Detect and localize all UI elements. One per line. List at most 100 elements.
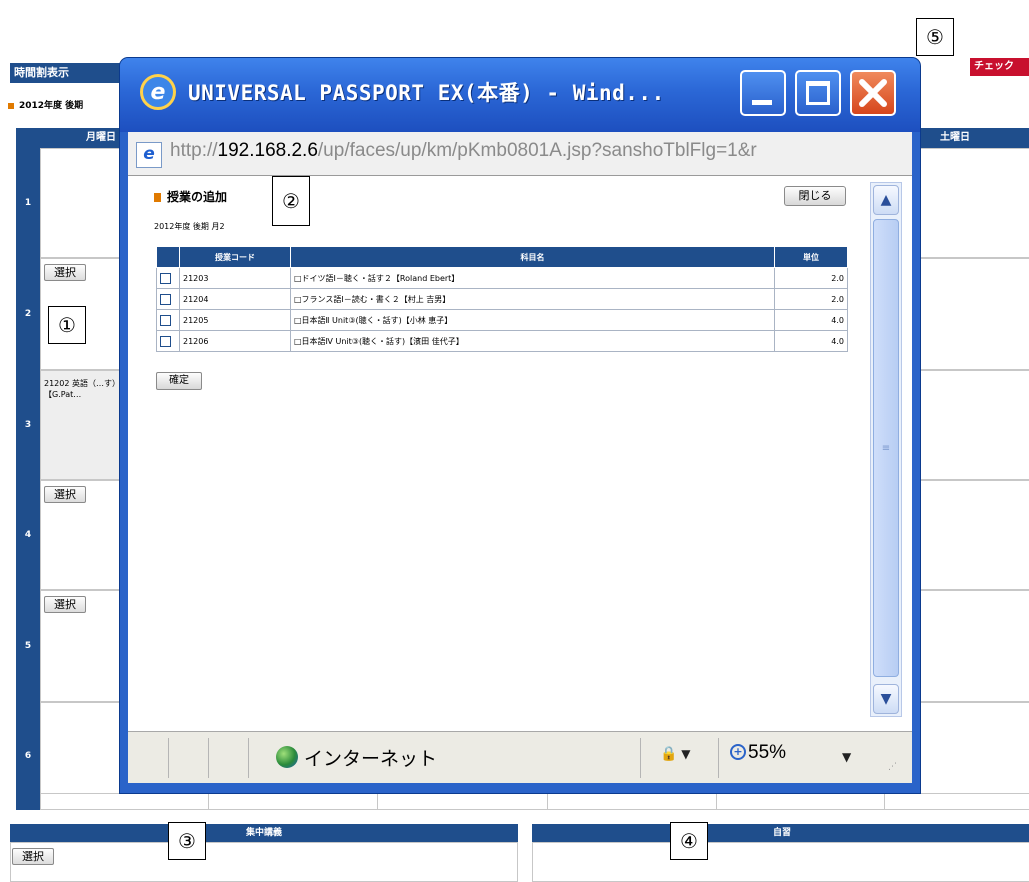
year-term-label: 2012年度 後期	[8, 98, 83, 111]
status-divider	[168, 738, 169, 778]
saturday-period-1-cell[interactable]	[918, 148, 1029, 258]
url-host: 192.168.2.6	[217, 140, 318, 161]
row-checkbox[interactable]	[160, 293, 171, 305]
url-path: /up/faces/up/km/pKmb0801A.jsp?sanshoTblF…	[317, 140, 757, 161]
course-code-header: 授業コード	[179, 246, 291, 268]
status-bar: インターネット 🔒 ▼ + 55% ▼ ⋰	[128, 731, 912, 783]
period-3-label: 3	[16, 370, 40, 480]
column-divider	[208, 793, 209, 810]
url-prefix: http://	[170, 140, 218, 161]
status-divider	[208, 738, 209, 778]
scroll-down-icon[interactable]: ▼	[873, 684, 899, 714]
table-row[interactable]: 21204 □フランス語Ⅰ－読む・書く２【村上 吉男】 2.0	[156, 288, 848, 310]
course-name-header: 科目名	[290, 246, 775, 268]
address-url[interactable]: http://192.168.2.6/up/faces/up/km/pKmb08…	[170, 140, 757, 162]
confirm-button[interactable]: 確定	[156, 372, 202, 390]
address-bar: e http://192.168.2.6/up/faces/up/km/pKmb…	[128, 132, 912, 176]
select-button-period-4[interactable]: 選択	[44, 486, 86, 503]
row-checkbox[interactable]	[160, 272, 171, 284]
maximize-button[interactable]	[795, 70, 841, 116]
period-2-label: 2	[16, 258, 40, 370]
close-icon	[859, 79, 887, 107]
scroll-thumb[interactable]: ≡	[873, 219, 899, 677]
resize-grip-icon[interactable]: ⋰	[888, 762, 897, 772]
column-header-saturday: 土曜日	[920, 128, 1029, 148]
period-5-label: 5	[16, 590, 40, 702]
bullet-icon	[8, 102, 14, 109]
vertical-scrollbar[interactable]: ▲ ≡ ▼	[870, 182, 902, 717]
ie-logo-icon: e	[140, 74, 176, 110]
timetable-bottom-row	[40, 793, 1029, 810]
minimize-button[interactable]	[740, 70, 786, 116]
period-4-label: 4	[16, 480, 40, 590]
scroll-up-icon[interactable]: ▲	[873, 185, 899, 215]
zoom-chevron-down-icon[interactable]: ▼	[842, 750, 851, 764]
column-divider	[547, 793, 548, 810]
maximize-icon	[806, 81, 830, 105]
callout-3: ③	[168, 822, 206, 860]
credit-header: 単位	[774, 246, 848, 268]
grip-icon: ≡	[881, 442, 891, 454]
monday-period-1-cell[interactable]	[40, 148, 124, 258]
check-button[interactable]: チェック	[970, 58, 1029, 76]
close-window-button[interactable]	[850, 70, 896, 116]
year-term-text: 2012年度 後期	[19, 101, 84, 111]
close-button[interactable]: 閉じる	[784, 186, 846, 206]
self-study-box	[532, 842, 1029, 882]
window-titlebar[interactable]: e UNIVERSAL PASSPORT EX(本番) - Wind...	[120, 58, 920, 132]
title-bullet-icon	[154, 193, 161, 202]
saturday-period-2-cell[interactable]	[918, 258, 1029, 370]
saturday-period-5-cell[interactable]	[918, 590, 1029, 702]
chevron-down-icon: ▼	[677, 747, 691, 761]
period-3-course[interactable]: 21202 英語（…す）【G.Pat…	[44, 378, 120, 400]
callout-2: ②	[272, 176, 310, 226]
page-icon: e	[136, 142, 162, 168]
protected-mode-icon[interactable]: 🔒 ▼	[660, 746, 690, 762]
intensive-course-header: 集中講義	[10, 824, 518, 842]
row-checkbox-cell	[156, 309, 180, 331]
course-code: 21203	[179, 267, 291, 289]
course-code: 21204	[179, 288, 291, 310]
course-name: □日本語Ⅱ Unit③(聴く・話す)【小林 恵子】	[290, 309, 775, 331]
zoom-icon[interactable]: +	[730, 744, 746, 760]
callout-4: ④	[670, 822, 708, 860]
select-button-intensive[interactable]: 選択	[12, 848, 54, 865]
add-course-title: 授業の追加	[154, 188, 227, 205]
column-divider	[716, 793, 717, 810]
course-credit: 2.0	[774, 288, 848, 310]
course-credit: 4.0	[774, 309, 848, 331]
intensive-course-box	[10, 842, 518, 882]
callout-1: ①	[48, 306, 86, 344]
table-row[interactable]: 21206 □日本語Ⅳ Unit③(聴く・話す)【濱田 佳代子】 4.0	[156, 330, 848, 352]
course-name: □日本語Ⅳ Unit③(聴く・話す)【濱田 佳代子】	[290, 330, 775, 352]
page-title: 時間割表示	[10, 63, 120, 83]
row-checkbox[interactable]	[160, 314, 171, 326]
popup-content: 授業の追加 ② 2012年度 後期 月2 閉じる 授業コード 科目名 単位 21…	[128, 176, 912, 731]
column-header-monday: 月曜日	[16, 128, 120, 148]
add-course-heading: 授業の追加	[167, 190, 228, 204]
select-button-period-2[interactable]: 選択	[44, 264, 86, 281]
course-code: 21206	[179, 330, 291, 352]
popup-window: e UNIVERSAL PASSPORT EX(本番) - Wind... e …	[120, 58, 920, 793]
security-zone-label: インターネット	[304, 749, 438, 770]
course-credit: 2.0	[774, 267, 848, 289]
course-name: □ドイツ語Ⅰ－聴く・話す２【Roland Ebert】	[290, 267, 775, 289]
select-button-period-5[interactable]: 選択	[44, 596, 86, 613]
row-checkbox-cell	[156, 267, 180, 289]
checkbox-column-header	[156, 246, 180, 268]
course-code: 21205	[179, 309, 291, 331]
saturday-period-3-cell[interactable]	[918, 370, 1029, 480]
table-row[interactable]: 21203 □ドイツ語Ⅰ－聴く・話す２【Roland Ebert】 2.0	[156, 267, 848, 289]
minimize-icon	[752, 100, 772, 105]
add-course-subheading: 2012年度 後期 月2	[154, 222, 225, 231]
window-title: UNIVERSAL PASSPORT EX(本番) - Wind...	[188, 81, 665, 105]
table-row[interactable]: 21205 □日本語Ⅱ Unit③(聴く・話す)【小林 恵子】 4.0	[156, 309, 848, 331]
course-credit: 4.0	[774, 330, 848, 352]
row-checkbox[interactable]	[160, 335, 171, 347]
column-divider	[884, 793, 885, 810]
status-divider	[248, 738, 249, 778]
status-divider	[640, 738, 641, 778]
course-table: 授業コード 科目名 単位 21203 □ドイツ語Ⅰ－聴く・話す２【Roland …	[156, 246, 848, 352]
saturday-period-4-cell[interactable]	[918, 480, 1029, 590]
zoom-level[interactable]: 55%	[748, 742, 786, 764]
